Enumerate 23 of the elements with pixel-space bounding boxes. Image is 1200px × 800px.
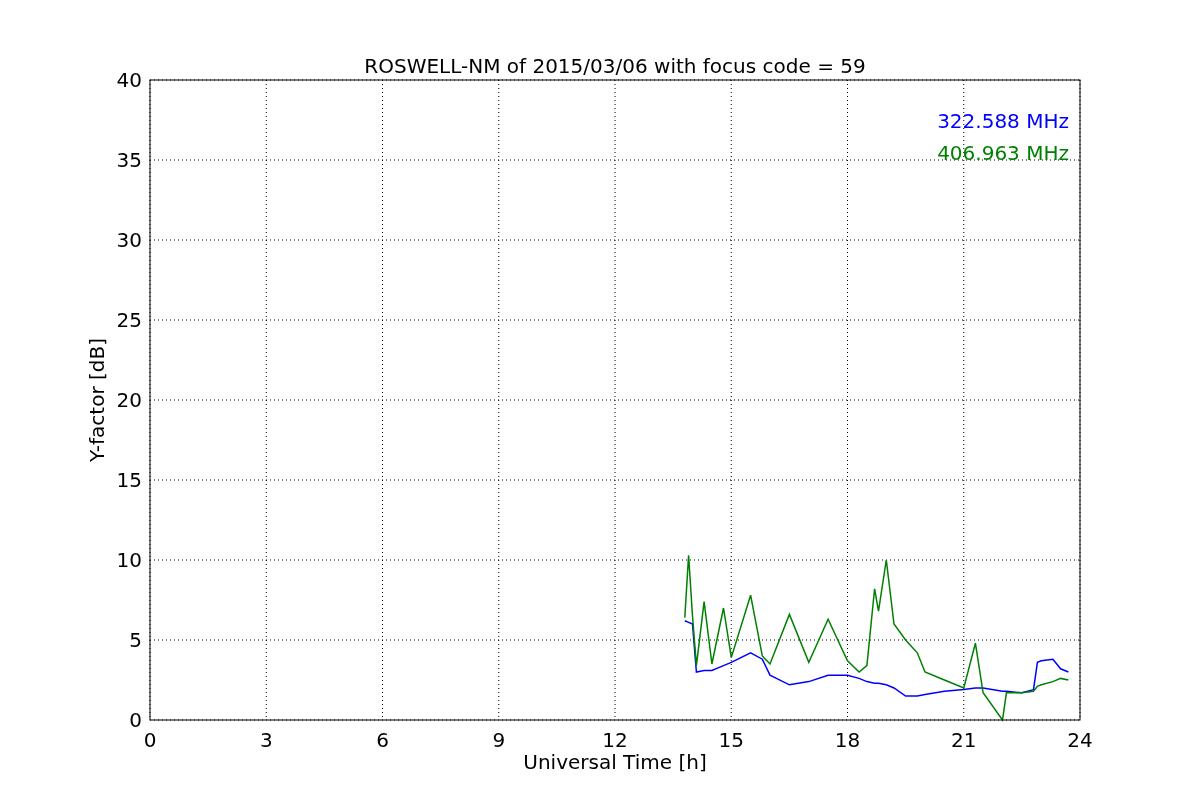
tick-label: 30 — [116, 228, 142, 252]
tick-label: 5 — [129, 628, 142, 652]
tick-label: 21 — [951, 728, 977, 752]
tick-label: 10 — [116, 548, 142, 572]
chart-title: ROSWELL-NM of 2015/03/06 with focus code = 59 — [364, 54, 866, 78]
tick-label: 35 — [116, 148, 142, 172]
y-axis-label: Y-factor [dB] — [85, 338, 109, 462]
tick-label: 0 — [129, 708, 142, 732]
tick-label: 9 — [492, 728, 506, 752]
tick-label: 24 — [1067, 728, 1093, 752]
tick-label: 18 — [834, 728, 861, 752]
x-axis-label: Universal Time [h] — [523, 750, 707, 774]
tick-label: 25 — [116, 308, 142, 332]
tick-label: 40 — [116, 68, 142, 92]
tick-label: 0 — [143, 728, 157, 752]
tick-label: 12 — [602, 728, 628, 752]
tick-label: 6 — [376, 728, 389, 752]
legend-label: 322.588 MHz — [937, 109, 1069, 133]
tick-label: 3 — [259, 728, 273, 752]
tick-label: 15 — [116, 468, 142, 492]
legend-label: 406.963 MHz — [937, 141, 1069, 165]
tick-label: 20 — [116, 388, 142, 412]
tick-label: 15 — [718, 728, 744, 752]
